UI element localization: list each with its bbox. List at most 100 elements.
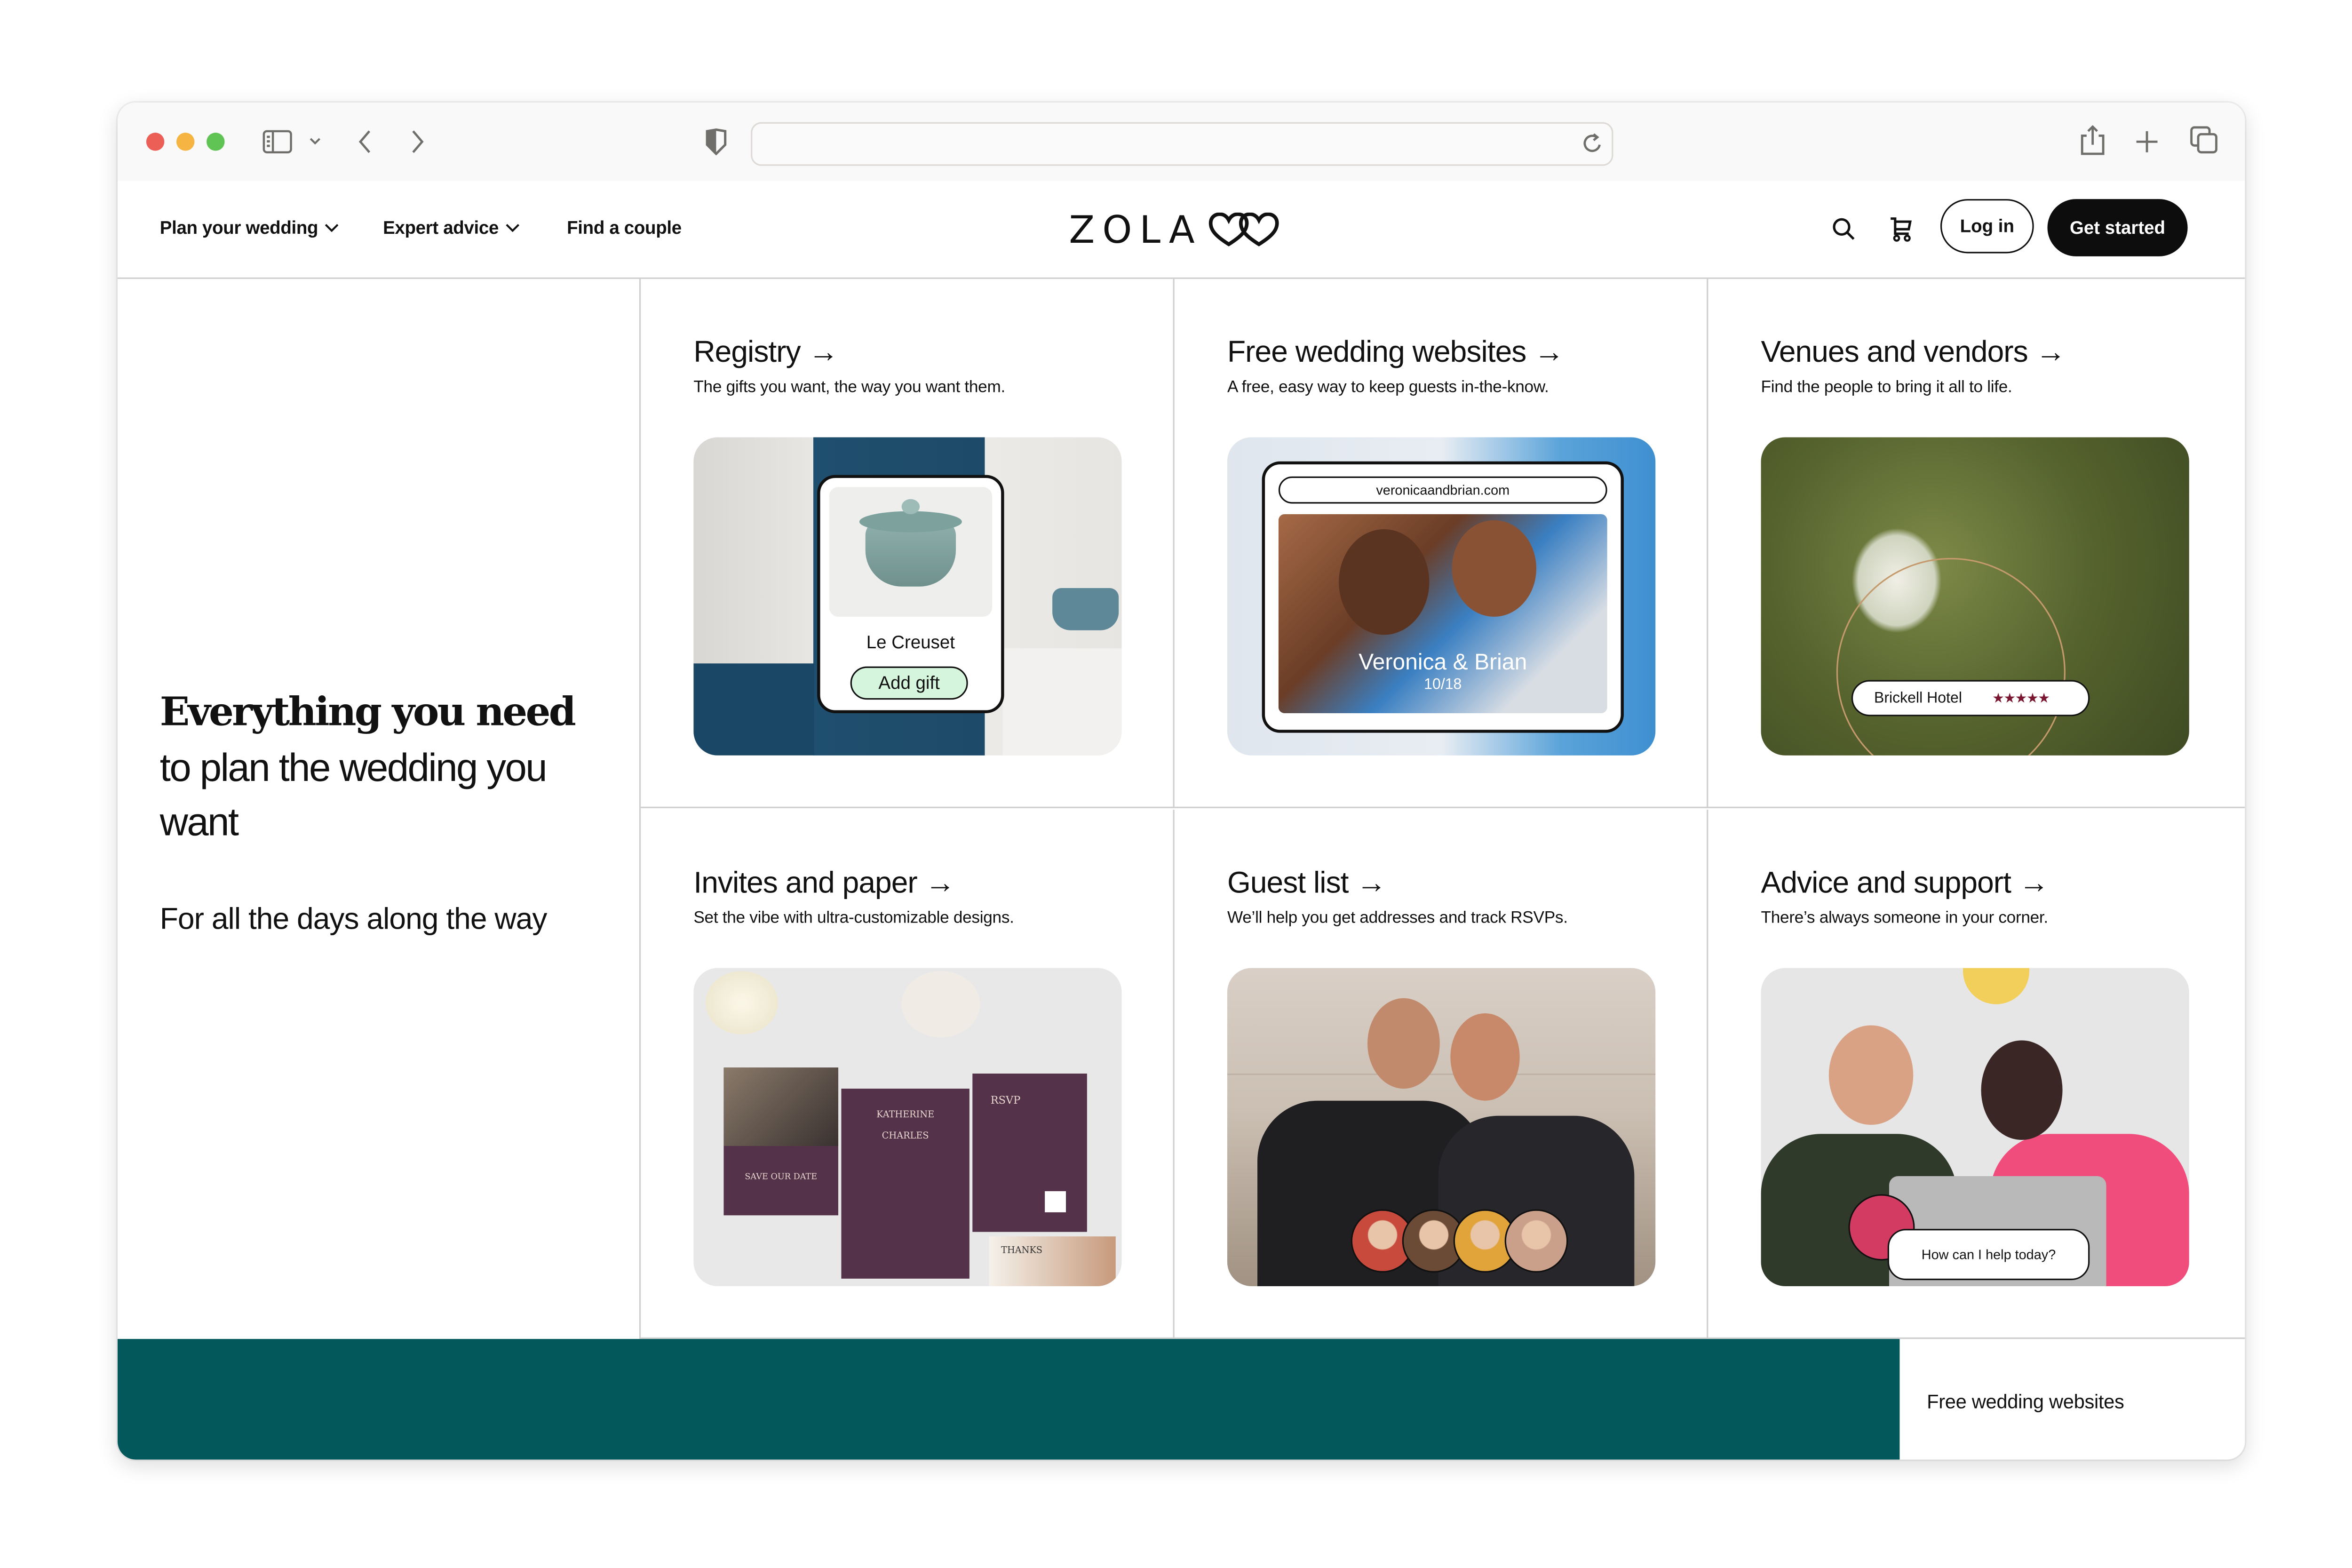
nav-link-label: Plan your wedding (159, 217, 318, 239)
star-filled-icon: ★ (2038, 690, 2050, 705)
wedding-date: 10/18 (1424, 677, 1462, 694)
feature-title[interactable]: Venues and vendors → (1761, 336, 2066, 371)
screenshot-stage: Plan your wedding Expert advice Find a c… (0, 0, 2352, 1568)
product-image (829, 487, 992, 617)
interlocking-hearts-icon (1208, 212, 1281, 248)
address-bar[interactable] (751, 122, 1613, 166)
website-url: veronicaandbrian.com (1278, 476, 1607, 504)
star-filled-icon: ★ (1992, 690, 2004, 705)
teal-banner (117, 1339, 1900, 1460)
feature-title[interactable]: Registry → (693, 336, 838, 371)
feature-title-text: Registry (693, 336, 801, 370)
search-icon[interactable] (1832, 217, 1856, 241)
star-filled-icon: ★ (2003, 690, 2016, 705)
cart-icon[interactable] (1889, 215, 1913, 243)
product-card: Le Creuset Add gift (817, 475, 1004, 714)
save-date-text: SAVE OUR DATE (745, 1173, 818, 1182)
star-rating: ★★★★★ (1992, 690, 2050, 706)
hero-title-rest: to plan the wedding you want (159, 745, 548, 844)
feature-advice-and-support[interactable]: Advice and support → There’s always some… (1708, 810, 2245, 1339)
feature-title[interactable]: Free wedding websites → (1227, 336, 1564, 371)
arrow-right-icon: → (2035, 336, 2066, 370)
feature-free-wedding-websites[interactable]: Free wedding websites → A free, easy way… (1174, 279, 1708, 808)
qr-code (1045, 1191, 1066, 1212)
chevron-down-icon[interactable] (308, 135, 323, 148)
get-started-button[interactable]: Get started (2047, 199, 2188, 256)
feature-title-text: Invites and paper (693, 867, 917, 900)
invite-name-2: CHARLES (882, 1130, 929, 1142)
guest-avatars (1351, 1209, 1568, 1275)
thanks-card: THANKS (989, 1236, 1116, 1286)
feature-description: Set the vibe with ultra-customizable des… (693, 909, 1014, 928)
chevron-down-icon (324, 222, 339, 234)
back-icon[interactable] (356, 128, 373, 155)
advice-image[interactable]: Z How can I help today? (1761, 968, 2189, 1286)
reload-icon[interactable] (1581, 131, 1603, 155)
invite-name-1: KATHERINE (876, 1109, 935, 1121)
guest-list-image[interactable] (1227, 968, 1656, 1286)
arrow-right-icon: → (1534, 336, 1564, 370)
feature-description: The gifts you want, the way you want the… (693, 378, 1006, 397)
star-filled-icon: ★ (2026, 690, 2039, 705)
arrow-right-icon: → (808, 336, 839, 370)
new-tab-icon[interactable] (2133, 128, 2161, 155)
registry-image[interactable]: Le Creuset Add gift (693, 437, 1122, 756)
feature-title[interactable]: Guest list → (1227, 867, 1387, 902)
zoom-window-button[interactable] (207, 133, 225, 151)
feature-registry[interactable]: Registry → The gifts you want, the way y… (641, 279, 1175, 808)
carousel-label[interactable]: Free wedding websites (1927, 1390, 2124, 1413)
feature-guest-list[interactable]: Guest list → We’ll help you get addresse… (1174, 810, 1708, 1339)
nav-link-label: Find a couple (567, 217, 682, 239)
rsvp-card: RSVP (972, 1074, 1087, 1232)
feature-title[interactable]: Invites and paper → (693, 867, 955, 902)
save-the-date-card: SAVE OUR DATE (723, 1067, 839, 1216)
arrow-right-icon: → (925, 867, 955, 900)
share-icon[interactable] (2079, 124, 2106, 157)
feature-description: There’s always someone in your corner. (1761, 909, 2049, 928)
divider (1899, 1337, 2245, 1339)
hero-title-bold: Everything you need (159, 690, 576, 736)
feature-description: Find the people to bring it all to life. (1761, 378, 2012, 397)
website-mockup: veronicaandbrian.com Veronica & Brian 10… (1262, 461, 1624, 733)
sidebar-icon[interactable] (262, 130, 293, 154)
nav-expert-advice[interactable]: Expert advice (383, 217, 520, 239)
feature-title-text: Guest list (1227, 867, 1349, 900)
site-header: Plan your wedding Expert advice Find a c… (117, 181, 2245, 279)
invitations-image[interactable]: SAVE OUR DATE KATHERINE CHARLES RSVP THA… (693, 968, 1122, 1286)
feature-title-text: Venues and vendors (1761, 336, 2028, 370)
couple-names: Veronica & Brian (1359, 650, 1527, 676)
hero-panel: Everything you need to plan the wedding … (118, 279, 641, 1339)
nav-find-a-couple[interactable]: Find a couple (567, 217, 682, 239)
privacy-shield-icon[interactable] (704, 128, 728, 156)
feature-title-text: Free wedding websites (1227, 336, 1526, 370)
wedding-website-image[interactable]: veronicaandbrian.com Veronica & Brian 10… (1227, 437, 1656, 756)
add-gift-button[interactable]: Add gift (850, 666, 968, 700)
nav-plan-your-wedding[interactable]: Plan your wedding (159, 217, 339, 239)
feature-invites-and-paper[interactable]: Invites and paper → Set the vibe with ul… (641, 810, 1175, 1339)
couple-photo: Veronica & Brian 10/18 (1278, 514, 1607, 714)
star-filled-icon: ★ (2015, 690, 2027, 705)
arrow-right-icon: → (2018, 867, 2049, 900)
browser-window: Plan your wedding Expert advice Find a c… (117, 102, 2245, 1460)
zola-logo[interactable]: ZOLA (1069, 208, 1280, 252)
log-in-button[interactable]: Log in (1940, 199, 2034, 254)
feature-section: Everything you need to plan the wedding … (118, 279, 2245, 1339)
venue-image[interactable]: Brickell Hotel ★★★★★ (1761, 437, 2189, 756)
feature-title-text: Advice and support (1761, 867, 2011, 900)
venue-name: Brickell Hotel (1874, 690, 1962, 707)
minimize-window-button[interactable] (176, 133, 195, 151)
rsvp-text: RSVP (990, 1094, 1021, 1107)
close-window-button[interactable] (146, 133, 165, 151)
chat-bubble[interactable]: How can I help today? (1887, 1229, 2090, 1281)
tab-overview-icon[interactable] (2189, 125, 2219, 155)
pot-shape (1052, 588, 1119, 630)
cabinet-shape (693, 663, 814, 756)
feature-description: We’ll help you get addresses and track R… (1227, 909, 1568, 928)
stove-shape (1002, 648, 1122, 756)
feature-venues-and-vendors[interactable]: Venues and vendors → Find the people to … (1708, 279, 2245, 808)
nav-link-label: Expert advice (383, 217, 499, 239)
hero-subtitle: For all the days along the way (159, 903, 548, 937)
forward-icon[interactable] (409, 128, 427, 155)
chevron-down-icon (505, 222, 520, 234)
feature-title[interactable]: Advice and support → (1761, 867, 2049, 902)
